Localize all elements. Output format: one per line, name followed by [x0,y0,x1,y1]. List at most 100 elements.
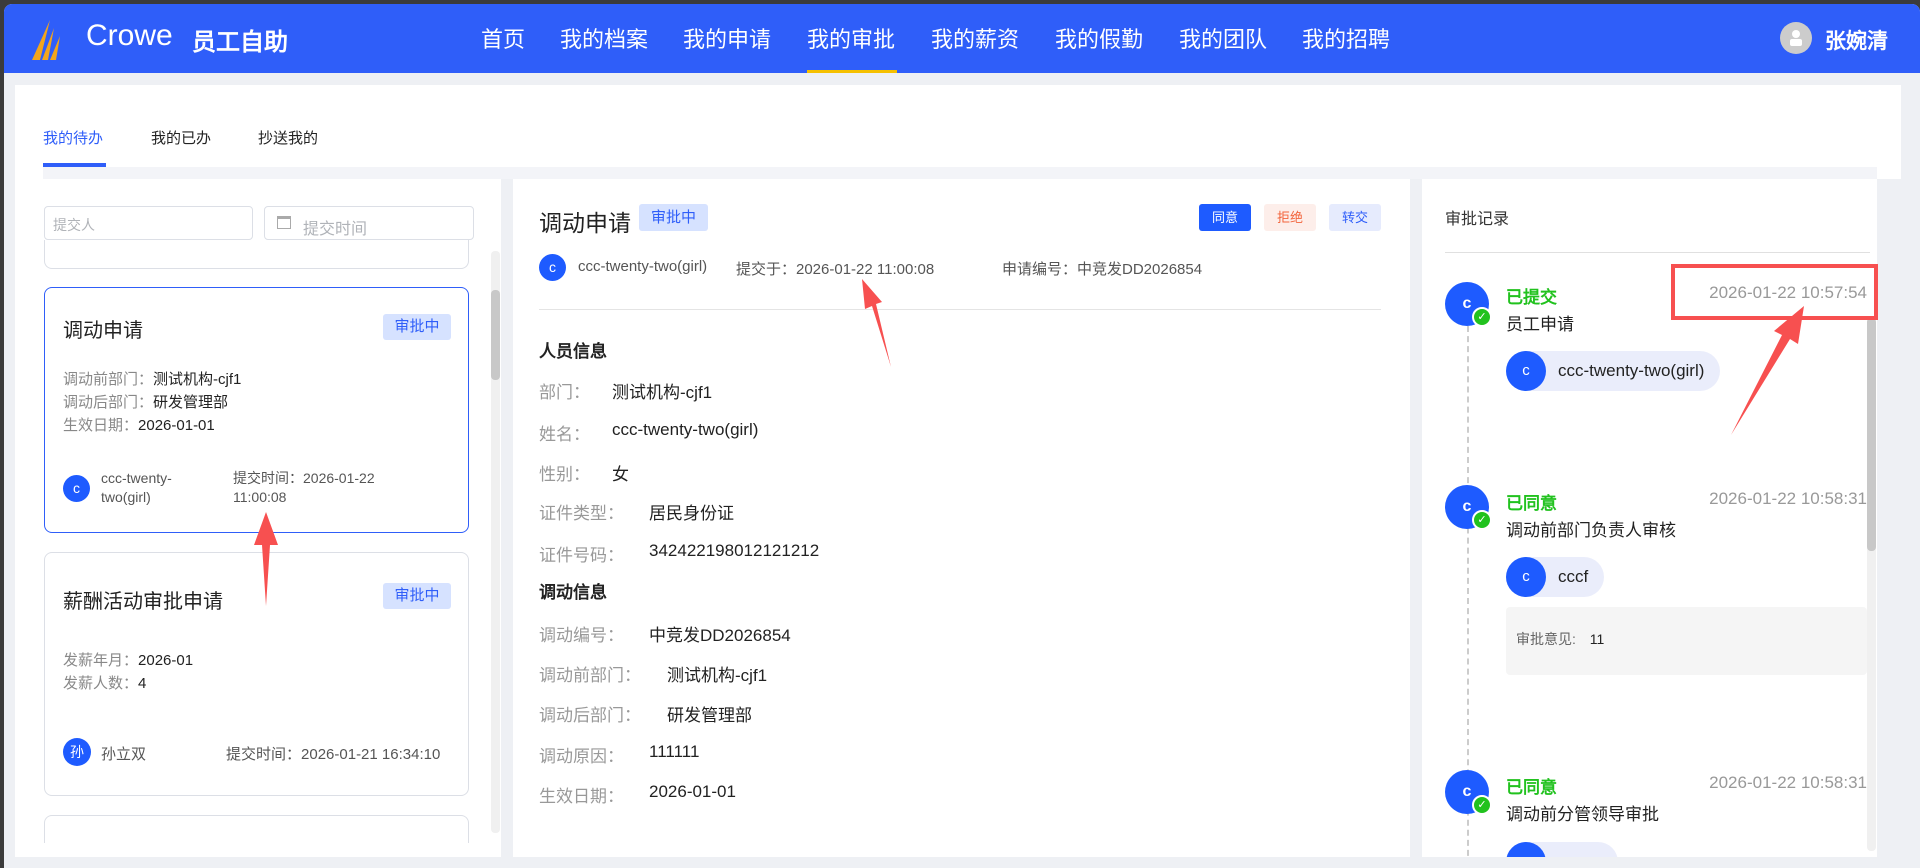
user-name[interactable]: 张婉清 [1825,25,1888,55]
submitter-filter-input[interactable]: 提交人 [44,206,253,240]
detail-submitted-at: 提交于：2026-01-22 11:00:08 [736,261,935,278]
card-line: 发薪人数：4 [63,675,147,692]
field-value: ccc-twenty-two(girl) [612,420,759,439]
tab-cc[interactable]: 抄送我的 [258,127,318,148]
check-icon: ✓ [1472,795,1492,815]
time-filter-input[interactable]: 提交时间 [264,206,474,240]
field-label: 性别： [539,465,590,484]
avatar: c [63,475,90,502]
record-step: 员工申请 [1506,315,1574,334]
time-filter-placeholder: 提交时间 [303,221,368,238]
gap [1877,179,1901,865]
nav-applications[interactable]: 我的申请 [683,22,771,54]
user-avatar-icon[interactable] [1780,22,1812,54]
status-badge: 审批中 [383,583,451,609]
submitter-name: ccc-twenty-two(girl) [101,470,172,505]
crowe-logo-icon [32,20,60,60]
check-icon: ✓ [1472,510,1492,530]
field-value: 111111 [649,742,700,761]
detail-status-badge: 审批中 [639,204,708,231]
tab-todo[interactable]: 我的待办 [43,127,103,148]
list-card-partial[interactable] [44,815,469,843]
calendar-icon [277,216,291,229]
records-title: 审批记录 [1445,211,1510,228]
record-person-chip: c ccc-twenty-two(girl) [1506,351,1721,391]
field-value: 女 [612,465,629,484]
clip [1418,857,1920,868]
card-line: 调动前部门：测试机构-cjf1 [63,371,242,388]
nav-salary[interactable]: 我的薪资 [931,22,1019,54]
submitter-avatar: c [539,254,566,281]
nav-profile[interactable]: 我的档案 [560,22,648,54]
tab-divider [43,167,1877,179]
agree-button[interactable]: 同意 [1199,204,1251,231]
clip [15,857,1415,868]
detail-title: 调动申请 [539,210,631,236]
scrollbar-thumb[interactable] [1867,318,1876,551]
nav-team[interactable]: 我的团队 [1179,22,1267,54]
logo-text: Crowe [86,19,173,52]
nav-attendance[interactable]: 我的假勤 [1055,22,1143,54]
nav-recruit[interactable]: 我的招聘 [1302,22,1390,54]
record-time: 2026-01-22 10:57:54 [1709,283,1867,302]
gap [1410,179,1422,865]
field-value: 研发管理部 [667,706,752,725]
records-scrollbar[interactable] [1867,318,1876,851]
record-step: 调动前部门负责人审核 [1506,521,1676,540]
submit-time: 提交时间：2026-01-22 11:00:08 [233,470,375,505]
nav-approvals[interactable]: 我的审批 [807,22,895,54]
field-value: 2026-01-01 [649,782,736,801]
top-header: Crowe 员工自助 首页 我的档案 我的申请 我的审批 我的薪资 我的假勤 我… [4,4,1920,73]
list-scrollbar[interactable] [491,251,500,833]
card-line: 调动后部门：研发管理部 [63,394,229,411]
section-person-info: 人员信息 [539,342,607,361]
approval-opinion-box: 审批意见: 11 [1506,607,1867,675]
record-status: 已同意 [1506,494,1557,513]
scrollbar-thumb[interactable] [491,290,500,380]
field-label: 调动前部门： [539,666,641,685]
reject-button[interactable]: 拒绝 [1264,204,1316,231]
transfer-button[interactable]: 转交 [1329,204,1381,231]
field-label: 部门： [539,383,590,402]
submit-time: 提交时间：2026-01-21 16:34:10 [226,746,441,763]
submitter-name: 孙立双 [101,746,147,763]
field-label: 调动后部门： [539,706,641,725]
status-badge: 审批中 [383,314,451,340]
field-value: 中竞发DD2026854 [649,626,791,645]
record-time: 2026-01-22 10:58:31 [1709,773,1867,792]
avatar: 孙 [63,738,91,766]
field-value: 测试机构-cjf1 [612,383,713,402]
tab-done[interactable]: 我的已办 [151,127,211,148]
card-title: 薪酬活动审批申请 [63,591,223,613]
section-transfer-info: 调动信息 [539,583,607,602]
list-card-salary[interactable]: 薪酬活动审批申请 审批中 发薪年月：2026-01 发薪人数：4 孙 孙立双 提… [44,552,469,796]
field-value: 342422198012121212 [649,541,820,560]
field-value: 居民身份证 [649,504,734,523]
field-value: 测试机构-cjf1 [667,666,768,685]
nav-home[interactable]: 首页 [481,22,525,54]
detail-submitter: ccc-twenty-two(girl) [578,258,708,275]
check-icon: ✓ [1472,307,1492,327]
list-clip [15,843,501,857]
field-label: 生效日期： [539,787,624,806]
record-status: 已同意 [1506,778,1557,797]
record-step: 调动前分管领导审批 [1506,805,1659,824]
field-label: 证件号码： [539,546,624,565]
record-time: 2026-01-22 10:58:31 [1709,489,1867,508]
card-title: 调动申请 [63,320,143,342]
field-label: 调动编号： [539,626,624,645]
divider [1445,252,1870,253]
card-line: 生效日期：2026-01-01 [63,417,215,434]
app-name: 员工自助 [192,29,288,56]
record-status: 已提交 [1506,288,1557,307]
field-label: 证件类型： [539,504,624,523]
field-label: 调动原因： [539,747,624,766]
active-nav-indicator [807,70,897,73]
divider [539,309,1381,310]
card-line: 发薪年月：2026-01 [63,652,194,669]
detail-apply-no: 申请编号：中竞发DD2026854 [1002,261,1203,278]
field-label: 姓名： [539,425,590,444]
list-card-transfer[interactable]: 调动申请 审批中 调动前部门：测试机构-cjf1 调动后部门：研发管理部 生效日… [44,287,469,533]
list-card-partial[interactable] [44,240,469,269]
record-person-chip: c cccf [1506,557,1605,597]
